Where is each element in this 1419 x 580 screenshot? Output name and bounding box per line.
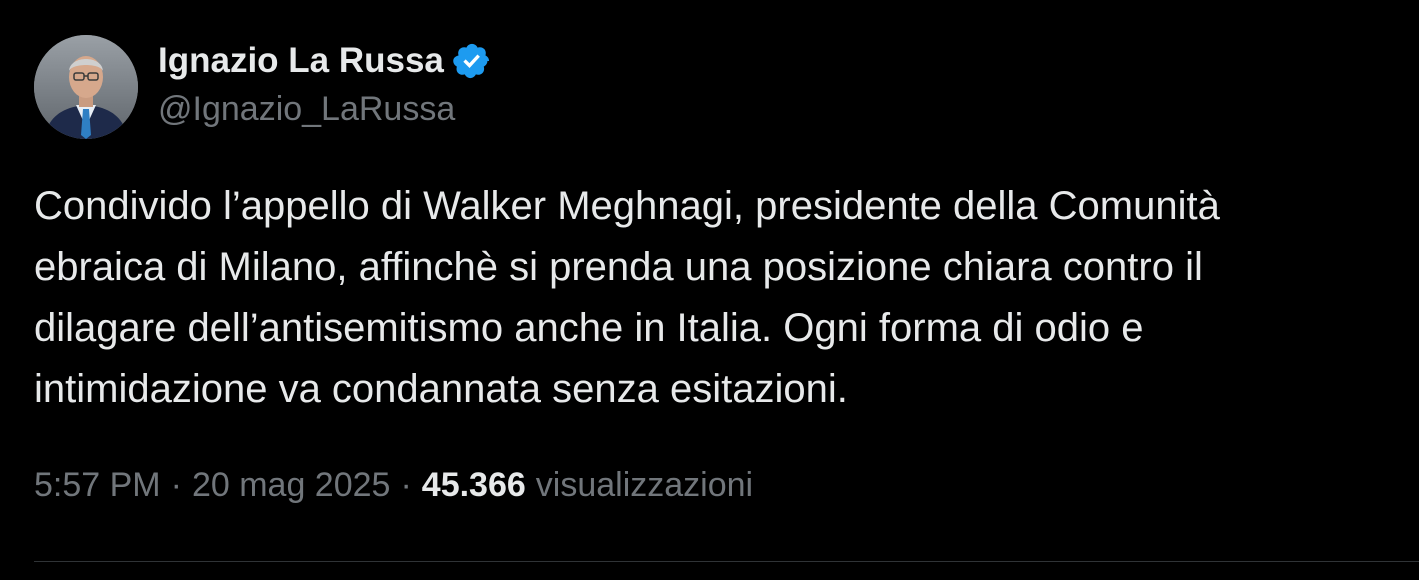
- profile-photo-icon: [34, 35, 138, 139]
- verified-badge-icon[interactable]: [452, 41, 492, 81]
- avatar[interactable]: [34, 35, 138, 139]
- tweet-text-line: dilagare dell’antisemitismo anche in Ita…: [34, 306, 1144, 350]
- display-name[interactable]: Ignazio La Russa: [158, 41, 444, 81]
- tweet-text-line: ebraica di Milano, affinchè si prenda un…: [34, 245, 1203, 289]
- tweet-text-line: intimidazione va condannata senza esitaz…: [34, 367, 848, 411]
- meta-separator: ·: [400, 466, 412, 504]
- divider: [34, 561, 1419, 562]
- author-block: Ignazio La Russa @Ignazio_LaRussa: [158, 38, 492, 129]
- tweet-text-line: Condivido l’appello di Walker Meghnagi, …: [34, 184, 1220, 228]
- name-row: Ignazio La Russa: [158, 38, 492, 84]
- tweet-metadata: 5:57 PM · 20 mag 2025 · 45.366 visualizz…: [34, 466, 753, 505]
- views-label: visualizzazioni: [535, 466, 754, 504]
- views-count[interactable]: 45.366: [422, 466, 526, 505]
- user-handle[interactable]: @Ignazio_LaRussa: [158, 90, 492, 129]
- tweet-text: Condivido l’appello di Walker Meghnagi, …: [34, 176, 1384, 420]
- tweet-card: Ignazio La Russa @Ignazio_LaRussa Condiv…: [0, 0, 1419, 580]
- meta-separator: ·: [170, 466, 182, 504]
- tweet-date[interactable]: 20 mag 2025: [192, 466, 391, 505]
- tweet-time[interactable]: 5:57 PM: [34, 466, 161, 505]
